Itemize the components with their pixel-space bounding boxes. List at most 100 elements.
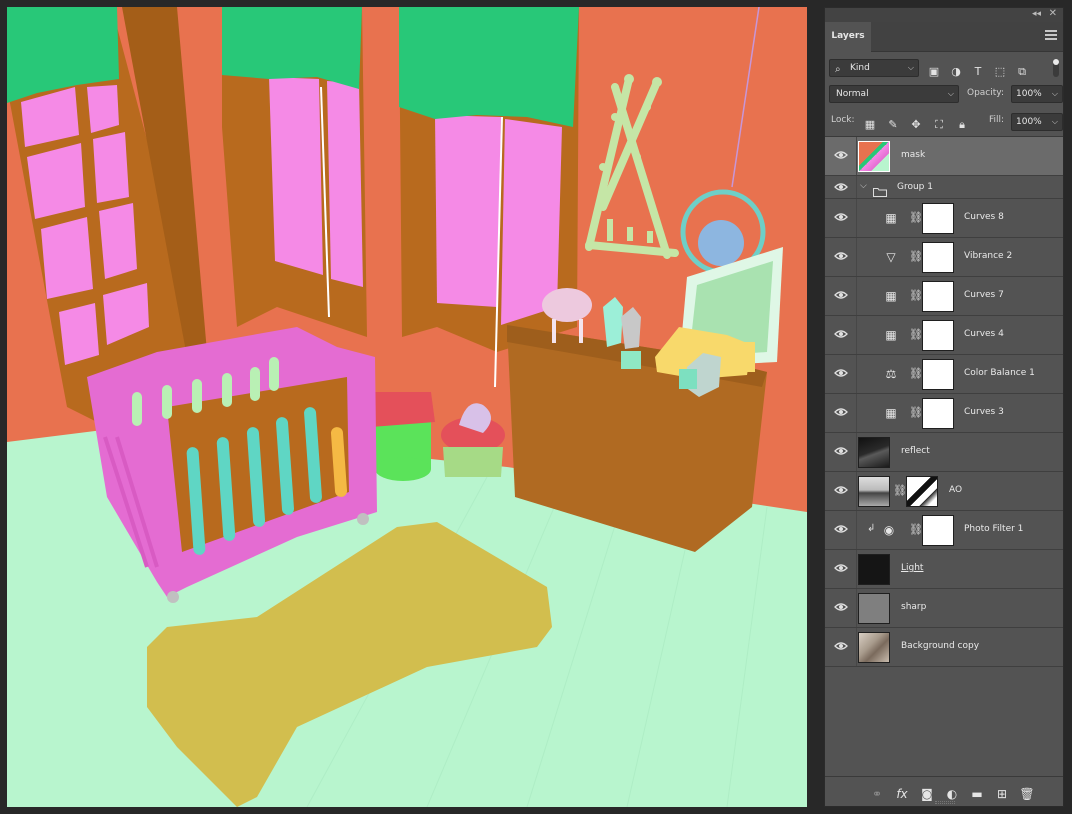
layer-row[interactable]: ▦ ⛓ Curves 8: [825, 199, 1063, 238]
eye-icon[interactable]: [834, 182, 848, 192]
layer-name[interactable]: Curves 4: [964, 329, 1004, 339]
eye-icon[interactable]: [834, 290, 848, 300]
tab-layers[interactable]: Layers: [825, 22, 871, 52]
document-canvas[interactable]: [7, 7, 807, 807]
layer-mask-thumbnail[interactable]: [922, 242, 954, 273]
eye-icon[interactable]: [834, 150, 848, 160]
layer-name[interactable]: reflect: [901, 446, 930, 456]
link-layers-icon[interactable]: ⚭: [869, 786, 885, 802]
link-icon[interactable]: ⛓: [893, 483, 907, 499]
layer-row[interactable]: sharp: [825, 589, 1063, 628]
layer-mask-thumbnail[interactable]: [922, 515, 954, 546]
eye-icon[interactable]: [834, 563, 848, 573]
delete-layer-icon[interactable]: 🗑︎: [1019, 786, 1035, 802]
chevron-down-icon: ⌵: [907, 63, 914, 72]
layer-mask-thumbnail[interactable]: [906, 476, 938, 507]
resize-grip[interactable]: [935, 801, 955, 804]
link-icon[interactable]: ⛓: [909, 249, 923, 265]
layer-thumbnail[interactable]: [858, 632, 890, 663]
layer-mask-thumbnail[interactable]: [922, 281, 954, 312]
layer-mask-thumbnail[interactable]: [922, 203, 954, 234]
shape-filter-icon[interactable]: ⬚: [993, 65, 1007, 79]
new-layer-icon[interactable]: ⊞: [994, 786, 1010, 802]
eye-icon[interactable]: [834, 212, 848, 222]
layer-mask-thumbnail[interactable]: [922, 320, 954, 351]
collapse-panel-icon[interactable]: ◂◂: [1032, 9, 1041, 19]
layer-thumbnail[interactable]: [858, 437, 890, 468]
lock-all-icon[interactable]: 🔒︎: [955, 118, 969, 132]
lock-paint-icon[interactable]: ✎: [886, 118, 900, 132]
layer-row[interactable]: Background copy: [825, 628, 1063, 667]
blend-mode-select[interactable]: Normal ⌵: [829, 85, 959, 103]
lock-transparent-icon[interactable]: ▦: [863, 118, 877, 132]
layer-group-row[interactable]: ⌵ Group 1: [825, 176, 1063, 199]
eye-icon[interactable]: [834, 251, 848, 261]
layer-name[interactable]: Light: [901, 563, 923, 573]
link-icon[interactable]: ⛓: [909, 522, 923, 538]
eye-icon[interactable]: [834, 446, 848, 456]
smart-object-filter-icon[interactable]: ⧉: [1015, 65, 1029, 79]
layer-name[interactable]: Group 1: [897, 182, 933, 192]
close-panel-icon[interactable]: ✕: [1049, 8, 1057, 19]
new-adjustment-icon[interactable]: ◐: [944, 786, 960, 802]
blend-mode-value: Normal: [836, 89, 869, 99]
adjustment-filter-icon[interactable]: ◑: [949, 65, 963, 79]
opacity-field[interactable]: 100% ⌵: [1011, 85, 1063, 103]
layer-row[interactable]: Light: [825, 550, 1063, 589]
layer-name[interactable]: Curves 8: [964, 212, 1004, 222]
layer-row[interactable]: ▦ ⛓ Curves 3: [825, 394, 1063, 433]
layer-name[interactable]: Curves 7: [964, 290, 1004, 300]
link-icon[interactable]: ⛓: [909, 288, 923, 304]
link-icon[interactable]: ⛓: [909, 366, 923, 382]
eye-icon[interactable]: [834, 524, 848, 534]
curves-icon: ▦: [885, 328, 897, 342]
layer-row[interactable]: ⛓ AO: [825, 472, 1063, 511]
eye-icon[interactable]: [834, 329, 848, 339]
layer-name[interactable]: sharp: [901, 602, 926, 612]
canvas-area[interactable]: [0, 0, 818, 814]
panel-menu-icon[interactable]: [1045, 30, 1057, 40]
layer-mask-thumbnail[interactable]: [922, 359, 954, 390]
layer-thumbnail[interactable]: [858, 476, 890, 507]
add-mask-icon[interactable]: ◙: [919, 786, 935, 802]
row-divider: [856, 589, 857, 627]
layer-row[interactable]: mask: [825, 137, 1063, 176]
layer-mask-thumbnail[interactable]: [922, 398, 954, 429]
lock-position-icon[interactable]: ✥: [909, 118, 923, 132]
eye-icon[interactable]: [834, 641, 848, 651]
layer-thumbnail[interactable]: [858, 554, 890, 585]
new-group-icon[interactable]: ▬: [969, 786, 985, 802]
link-icon[interactable]: ⛓: [909, 405, 923, 421]
layer-name[interactable]: Photo Filter 1: [964, 524, 1023, 534]
fx-icon[interactable]: fx: [894, 786, 910, 802]
lock-artboard-icon[interactable]: ⛶: [932, 118, 946, 132]
layer-name[interactable]: Color Balance 1: [964, 368, 1035, 378]
type-filter-icon[interactable]: T: [971, 65, 985, 79]
layer-thumbnail[interactable]: [858, 141, 890, 172]
layer-name[interactable]: mask: [901, 150, 925, 160]
layer-row[interactable]: reflect: [825, 433, 1063, 472]
layer-name[interactable]: Curves 3: [964, 407, 1004, 417]
layer-row[interactable]: ↲ ◉ ⛓ Photo Filter 1: [825, 511, 1063, 550]
eye-icon[interactable]: [834, 602, 848, 612]
layer-thumbnail[interactable]: [858, 593, 890, 624]
fill-label: Fill:: [989, 115, 1005, 125]
eye-icon[interactable]: [834, 407, 848, 417]
filter-toggle[interactable]: [1053, 59, 1059, 77]
chevron-down-icon[interactable]: ⌵: [860, 181, 867, 191]
filter-row: ⌕ Kind ⌵ ▣ ◑ T ⬚ ⧉: [829, 59, 1059, 79]
layer-name[interactable]: Vibrance 2: [964, 251, 1012, 261]
eye-icon[interactable]: [834, 368, 848, 378]
layer-row[interactable]: ⚖ ⛓ Color Balance 1: [825, 355, 1063, 394]
kind-filter-select[interactable]: ⌕ Kind ⌵: [829, 59, 919, 77]
image-filter-icon[interactable]: ▣: [927, 65, 941, 79]
layer-name[interactable]: AO: [949, 485, 962, 495]
eye-icon[interactable]: [834, 485, 848, 495]
link-icon[interactable]: ⛓: [909, 210, 923, 226]
layer-row[interactable]: ▦ ⛓ Curves 4: [825, 316, 1063, 355]
layer-row[interactable]: ▽ ⛓ Vibrance 2: [825, 238, 1063, 277]
layer-row[interactable]: ▦ ⛓ Curves 7: [825, 277, 1063, 316]
fill-field[interactable]: 100% ⌵: [1011, 113, 1063, 131]
link-icon[interactable]: ⛓: [909, 327, 923, 343]
layer-name[interactable]: Background copy: [901, 641, 979, 651]
